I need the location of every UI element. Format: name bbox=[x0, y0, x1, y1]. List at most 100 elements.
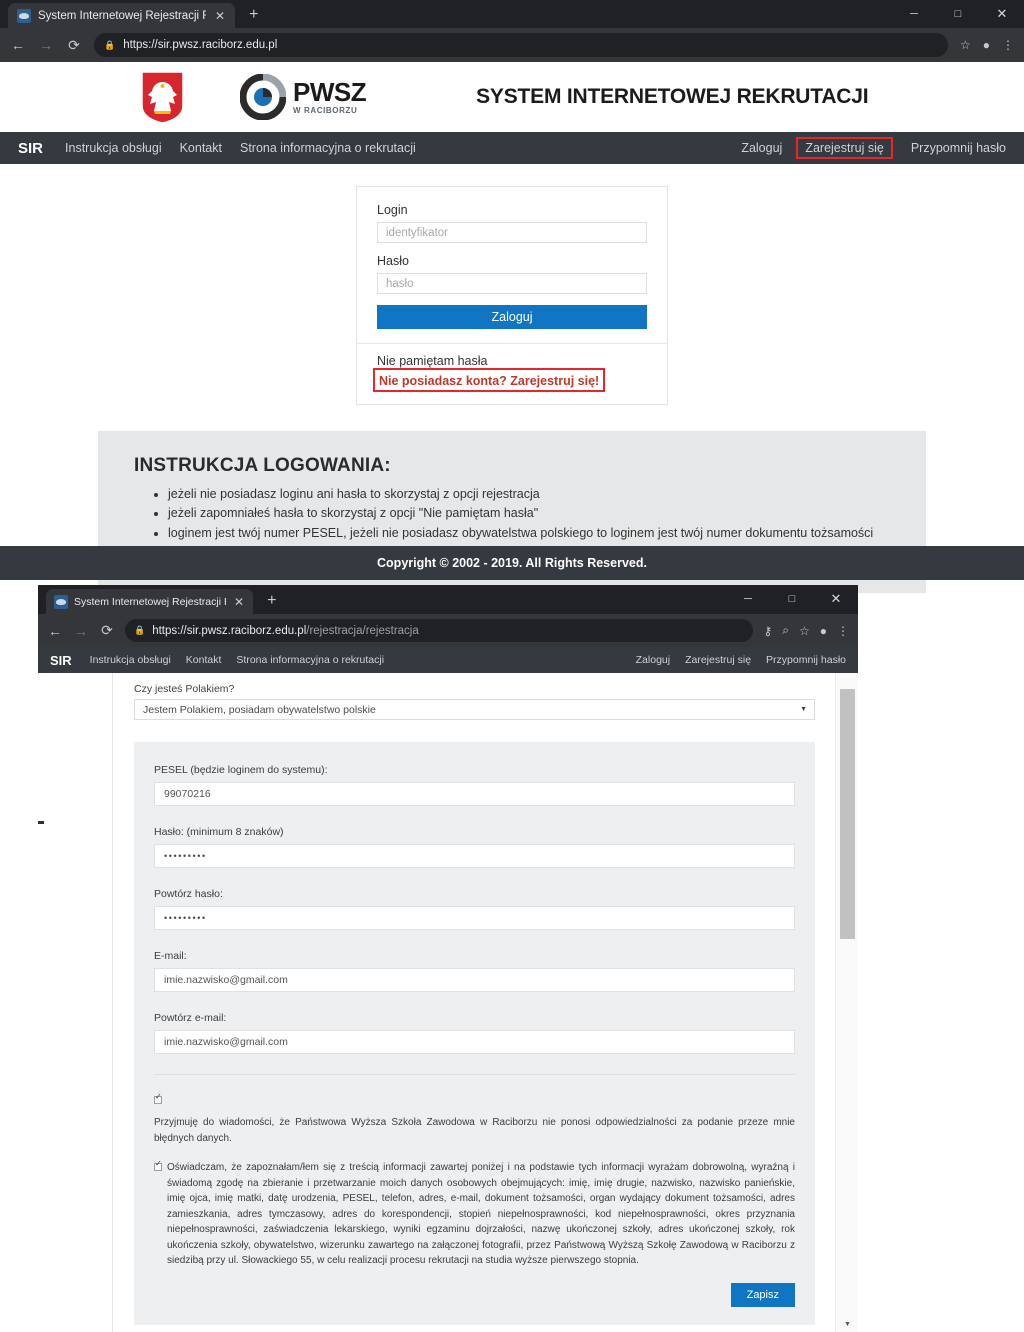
browser-toolbar: ← → ⟳ 🔒 https://sir.pwsz.raciborz.edu.pl… bbox=[0, 28, 1024, 62]
checkbox-consent-2[interactable] bbox=[154, 1160, 162, 1171]
email-input[interactable]: imie.nazwisko@gmail.com bbox=[154, 968, 795, 992]
registration-form: Czy jesteś Polakiem? Jestem Polakiem, po… bbox=[114, 673, 835, 1332]
nav-link-zaloguj[interactable]: Zaloguj bbox=[741, 141, 782, 155]
nav-link-zarejestruj[interactable]: Zarejestruj się bbox=[685, 654, 751, 666]
arrow-right-icon[interactable]: → bbox=[38, 37, 54, 53]
account-icon[interactable]: ● bbox=[983, 38, 990, 52]
nav-link-kontakt[interactable]: Kontakt bbox=[180, 141, 222, 155]
pwsz-wordmark: PWSZ W RACIBORZU bbox=[293, 79, 367, 115]
kebab-menu-icon[interactable]: ⋮ bbox=[1002, 38, 1014, 52]
nav-link-kontakt[interactable]: Kontakt bbox=[186, 654, 222, 666]
window-close-button[interactable]: ✕ bbox=[814, 585, 858, 613]
nationality-select[interactable]: Jestem Polakiem, posiadam obywatelstwo p… bbox=[134, 699, 815, 720]
nav-link-przypomnij-haslo[interactable]: Przypomnij hasło bbox=[766, 654, 846, 666]
login-input[interactable]: identyfikator bbox=[377, 222, 647, 243]
pwsz-logo: PWSZ W RACIBORZU bbox=[239, 73, 367, 121]
tab-title: System Internetowej Rejestracji R bbox=[74, 595, 226, 608]
new-tab-button[interactable]: + bbox=[249, 6, 258, 24]
password-input[interactable]: hasło bbox=[377, 273, 647, 294]
navbar-right-group-2: Zaloguj Zarejestruj się Przypomnij hasło bbox=[636, 654, 846, 666]
footer-copyright: Copyright © 2002 - 2019. All Rights Rese… bbox=[0, 546, 1024, 580]
register-link[interactable]: Nie posiadasz konta? Zarejestruj się! bbox=[379, 374, 599, 388]
consent-2-text: Oświadczam, że zapoznałam/łem się z treś… bbox=[167, 1162, 795, 1266]
site-header: PWSZ W RACIBORZU SYSTEM INTERNETOWEJ REK… bbox=[0, 62, 1024, 132]
address-bar[interactable]: 🔒 https://sir.pwsz.raciborz.edu.pl bbox=[94, 33, 948, 57]
nav-link-zaloguj[interactable]: Zaloguj bbox=[636, 654, 670, 666]
zaloguj-button[interactable]: Zaloguj bbox=[377, 305, 647, 329]
login-card-footer: Nie pamiętam hasła Nie posiadasz konta? … bbox=[357, 343, 667, 404]
repeat-email-input[interactable]: imie.nazwisko@gmail.com bbox=[154, 1030, 795, 1054]
navbar-brand[interactable]: SIR bbox=[50, 653, 72, 668]
repeat-email-label: Powtórz e-mail: bbox=[154, 1012, 227, 1024]
reload-icon[interactable]: ⟳ bbox=[99, 622, 115, 639]
consent-1-text: Przyjmuję do wiadomości, że Państwowa Wy… bbox=[154, 1117, 795, 1144]
browser-tab-2[interactable]: System Internetowej Rejestracji R ✕ bbox=[46, 589, 254, 614]
lock-icon: 🔒 bbox=[134, 625, 146, 635]
minimize-button[interactable]: ─ bbox=[892, 0, 936, 28]
register-link-highlight: Nie posiadasz konta? Zarejestruj się! bbox=[373, 368, 606, 392]
nav-link-strona-informacyjna[interactable]: Strona informacyjna o rekrutacji bbox=[240, 141, 416, 155]
new-tab-button[interactable]: + bbox=[267, 592, 276, 610]
obscured-background-text bbox=[263, 578, 265, 585]
arrow-left-icon[interactable]: ← bbox=[10, 37, 26, 53]
credentials-panel: PESEL (będzie loginem do systemu): 99070… bbox=[134, 742, 815, 1325]
password-label: Hasło: (minimum 8 znaków) bbox=[154, 826, 284, 838]
close-icon[interactable]: ✕ bbox=[232, 596, 246, 608]
star-icon[interactable]: ☆ bbox=[960, 38, 971, 52]
instructions-title: INSTRUKCJA LOGOWANIA: bbox=[134, 455, 391, 476]
registration-page-viewport: Czy jesteś Polakiem? Jestem Polakiem, po… bbox=[38, 673, 858, 1332]
edge-marker bbox=[38, 821, 44, 824]
nav-link-strona-informacyjna[interactable]: Strona informacyjna o rekrutacji bbox=[236, 654, 384, 666]
window-controls: ─ □ ✕ bbox=[892, 0, 1024, 28]
nav-link-przypomnij-haslo[interactable]: Przypomnij hasło bbox=[911, 141, 1006, 155]
checkbox-consent-1[interactable] bbox=[154, 1093, 162, 1104]
nav-link-instrukcja[interactable]: Instrukcja obsługi bbox=[65, 141, 162, 155]
reload-icon[interactable]: ⟳ bbox=[66, 37, 82, 54]
kebab-menu-icon[interactable]: ⋮ bbox=[837, 624, 849, 638]
pwsz-logo-sub: W RACIBORZU bbox=[293, 106, 358, 115]
email-label: E-mail: bbox=[154, 950, 187, 962]
page-title: SYSTEM INTERNETOWEJ REKRUTACJI bbox=[476, 85, 869, 108]
nav-link-zarejestruj[interactable]: Zarejestruj się bbox=[796, 137, 893, 159]
consent-block-2: Oświadczam, że zapoznałam/łem się z treś… bbox=[154, 1160, 795, 1269]
browser-titlebar-2: System Internetowej Rejestracji R ✕ + ─ … bbox=[38, 585, 858, 614]
list-item: jeżeli nie posiadasz loginu ani hasła to… bbox=[168, 485, 890, 504]
password-input[interactable]: ••••••••• bbox=[154, 844, 795, 868]
password-key-icon[interactable]: ⚷ bbox=[763, 624, 772, 638]
navbar-brand[interactable]: SIR bbox=[18, 140, 43, 157]
address-bar-2[interactable]: 🔒 https://sir.pwsz.raciborz.edu.pl/rejes… bbox=[125, 619, 754, 642]
maximize-button[interactable]: □ bbox=[936, 0, 980, 28]
close-icon[interactable]: ✕ bbox=[213, 10, 227, 22]
login-card-body: Login identyfikator Hasło hasło Zaloguj bbox=[357, 187, 667, 343]
star-icon[interactable]: ☆ bbox=[799, 624, 810, 638]
window-controls-2: ─ □ ✕ bbox=[726, 585, 858, 613]
polish-eagle-crest-icon bbox=[140, 70, 185, 125]
tab-title: System Internetowej Rejestracji R bbox=[38, 9, 206, 22]
login-label: Login bbox=[377, 203, 408, 217]
scrollbar-thumb[interactable] bbox=[840, 689, 855, 939]
vertical-scrollbar[interactable]: ▼ bbox=[835, 673, 858, 1332]
nav-link-instrukcja[interactable]: Instrukcja obsługi bbox=[90, 654, 171, 666]
repeat-password-input[interactable]: ••••••••• bbox=[154, 906, 795, 930]
login-section: Login identyfikator Hasło hasło Zaloguj … bbox=[0, 164, 1024, 405]
submit-row: Zapisz bbox=[154, 1269, 795, 1317]
login-card: Login identyfikator Hasło hasło Zaloguj … bbox=[356, 186, 668, 405]
arrow-left-icon[interactable]: ← bbox=[47, 623, 63, 639]
maximize-button[interactable]: □ bbox=[770, 585, 814, 613]
consent-block-1: Przyjmuję do wiadomości, że Państwowa Wy… bbox=[154, 1091, 795, 1146]
url-text: https://sir.pwsz.raciborz.edu.pl/rejestr… bbox=[152, 624, 419, 637]
arrow-right-icon[interactable]: → bbox=[73, 623, 89, 639]
password-label: Hasło bbox=[377, 254, 409, 268]
chevron-down-icon: ▼ bbox=[800, 706, 807, 713]
browser-tab[interactable]: System Internetowej Rejestracji R ✕ bbox=[8, 3, 236, 28]
window-close-button[interactable]: ✕ bbox=[980, 0, 1024, 28]
zoom-search-icon[interactable]: ⌕ bbox=[782, 623, 789, 638]
url-text: https://sir.pwsz.raciborz.edu.pl bbox=[123, 39, 278, 51]
pesel-input[interactable]: 99070216 bbox=[154, 782, 795, 806]
main-navbar-2: SIR Instrukcja obsługi Kontakt Strona in… bbox=[38, 647, 858, 673]
forgot-password-link[interactable]: Nie pamiętam hasła bbox=[377, 354, 647, 368]
zapisz-button[interactable]: Zapisz bbox=[730, 1282, 795, 1307]
chevron-down-icon[interactable]: ▼ bbox=[836, 1316, 858, 1332]
minimize-button[interactable]: ─ bbox=[726, 585, 770, 613]
account-icon[interactable]: ● bbox=[820, 624, 827, 638]
